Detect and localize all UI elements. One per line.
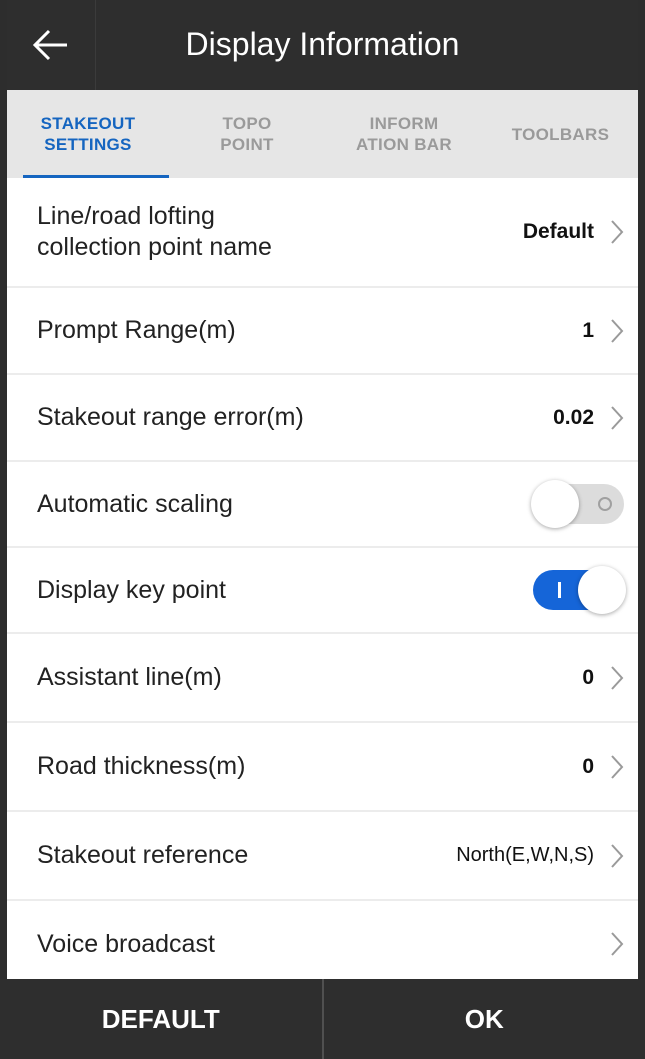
automatic-scaling-toggle[interactable] [531, 480, 626, 528]
chevron-right-icon [611, 665, 624, 690]
settings-list: Line/road lofting collection point name … [7, 178, 638, 987]
setting-value: North(E,W,N,S) [456, 844, 594, 866]
setting-row-stakeout-reference[interactable]: Stakeout reference North(E,W,N,S) [7, 812, 638, 901]
setting-row-stakeout-range-error[interactable]: Stakeout range error(m) 0.02 [7, 375, 638, 462]
default-button[interactable]: DEFAULT [0, 979, 322, 1059]
toggle-knob [531, 480, 579, 528]
setting-label: Line/road lofting collection point name [37, 202, 272, 261]
chevron-right-icon [611, 843, 624, 868]
setting-label: Automatic scaling [37, 489, 233, 518]
chevron-right-icon [611, 318, 624, 343]
setting-label: Voice broadcast [37, 929, 215, 958]
setting-row-voice-broadcast[interactable]: Voice broadcast [7, 901, 638, 987]
setting-row-assistant-line[interactable]: Assistant line(m) 0 [7, 634, 638, 723]
tab-bar: STAKEOUT SETTINGS TOPO POINT INFORM ATIO… [7, 90, 638, 178]
setting-value: Default [522, 220, 594, 243]
toggle-knob [578, 566, 626, 614]
setting-value: 0 [582, 754, 594, 778]
chevron-right-icon [611, 405, 624, 430]
chevron-right-icon [611, 220, 624, 244]
setting-row-automatic-scaling: Automatic scaling [7, 462, 638, 548]
tab-toolbars[interactable]: TOOLBARS [483, 90, 638, 178]
setting-label: Assistant line(m) [37, 663, 222, 691]
setting-label: Stakeout range error(m) [37, 403, 304, 431]
setting-label: Display key point [37, 575, 226, 604]
setting-value: 0 [582, 665, 594, 689]
top-bar: Display Information [7, 0, 638, 90]
chevron-right-icon [611, 932, 624, 956]
chevron-right-icon [611, 754, 624, 779]
setting-value: 0.02 [553, 405, 594, 429]
tab-stakeout-settings[interactable]: STAKEOUT SETTINGS [7, 90, 169, 178]
setting-label: Prompt Range(m) [37, 316, 236, 344]
tab-information-bar[interactable]: INFORM ATION BAR [325, 90, 483, 178]
ok-button[interactable]: OK [324, 979, 645, 1059]
setting-row-road-thickness[interactable]: Road thickness(m) 0 [7, 723, 638, 812]
setting-row-prompt-range[interactable]: Prompt Range(m) 1 [7, 288, 638, 375]
setting-label: Stakeout reference [37, 841, 249, 869]
page-title: Display Information [185, 26, 460, 62]
setting-row-collection-point-name[interactable]: Line/road lofting collection point name … [7, 178, 638, 288]
display-key-point-toggle[interactable] [531, 566, 626, 614]
toggle-on-icon [558, 582, 561, 598]
setting-row-display-key-point: Display key point [7, 548, 638, 634]
setting-value: 1 [582, 318, 594, 342]
setting-label: Road thickness(m) [37, 752, 246, 780]
bottom-action-bar: DEFAULT OK [0, 979, 645, 1059]
app-frame: Display Information STAKEOUT SETTINGS TO… [0, 0, 645, 1059]
tab-topo-point[interactable]: TOPO POINT [169, 90, 325, 178]
toggle-off-icon [598, 497, 612, 511]
